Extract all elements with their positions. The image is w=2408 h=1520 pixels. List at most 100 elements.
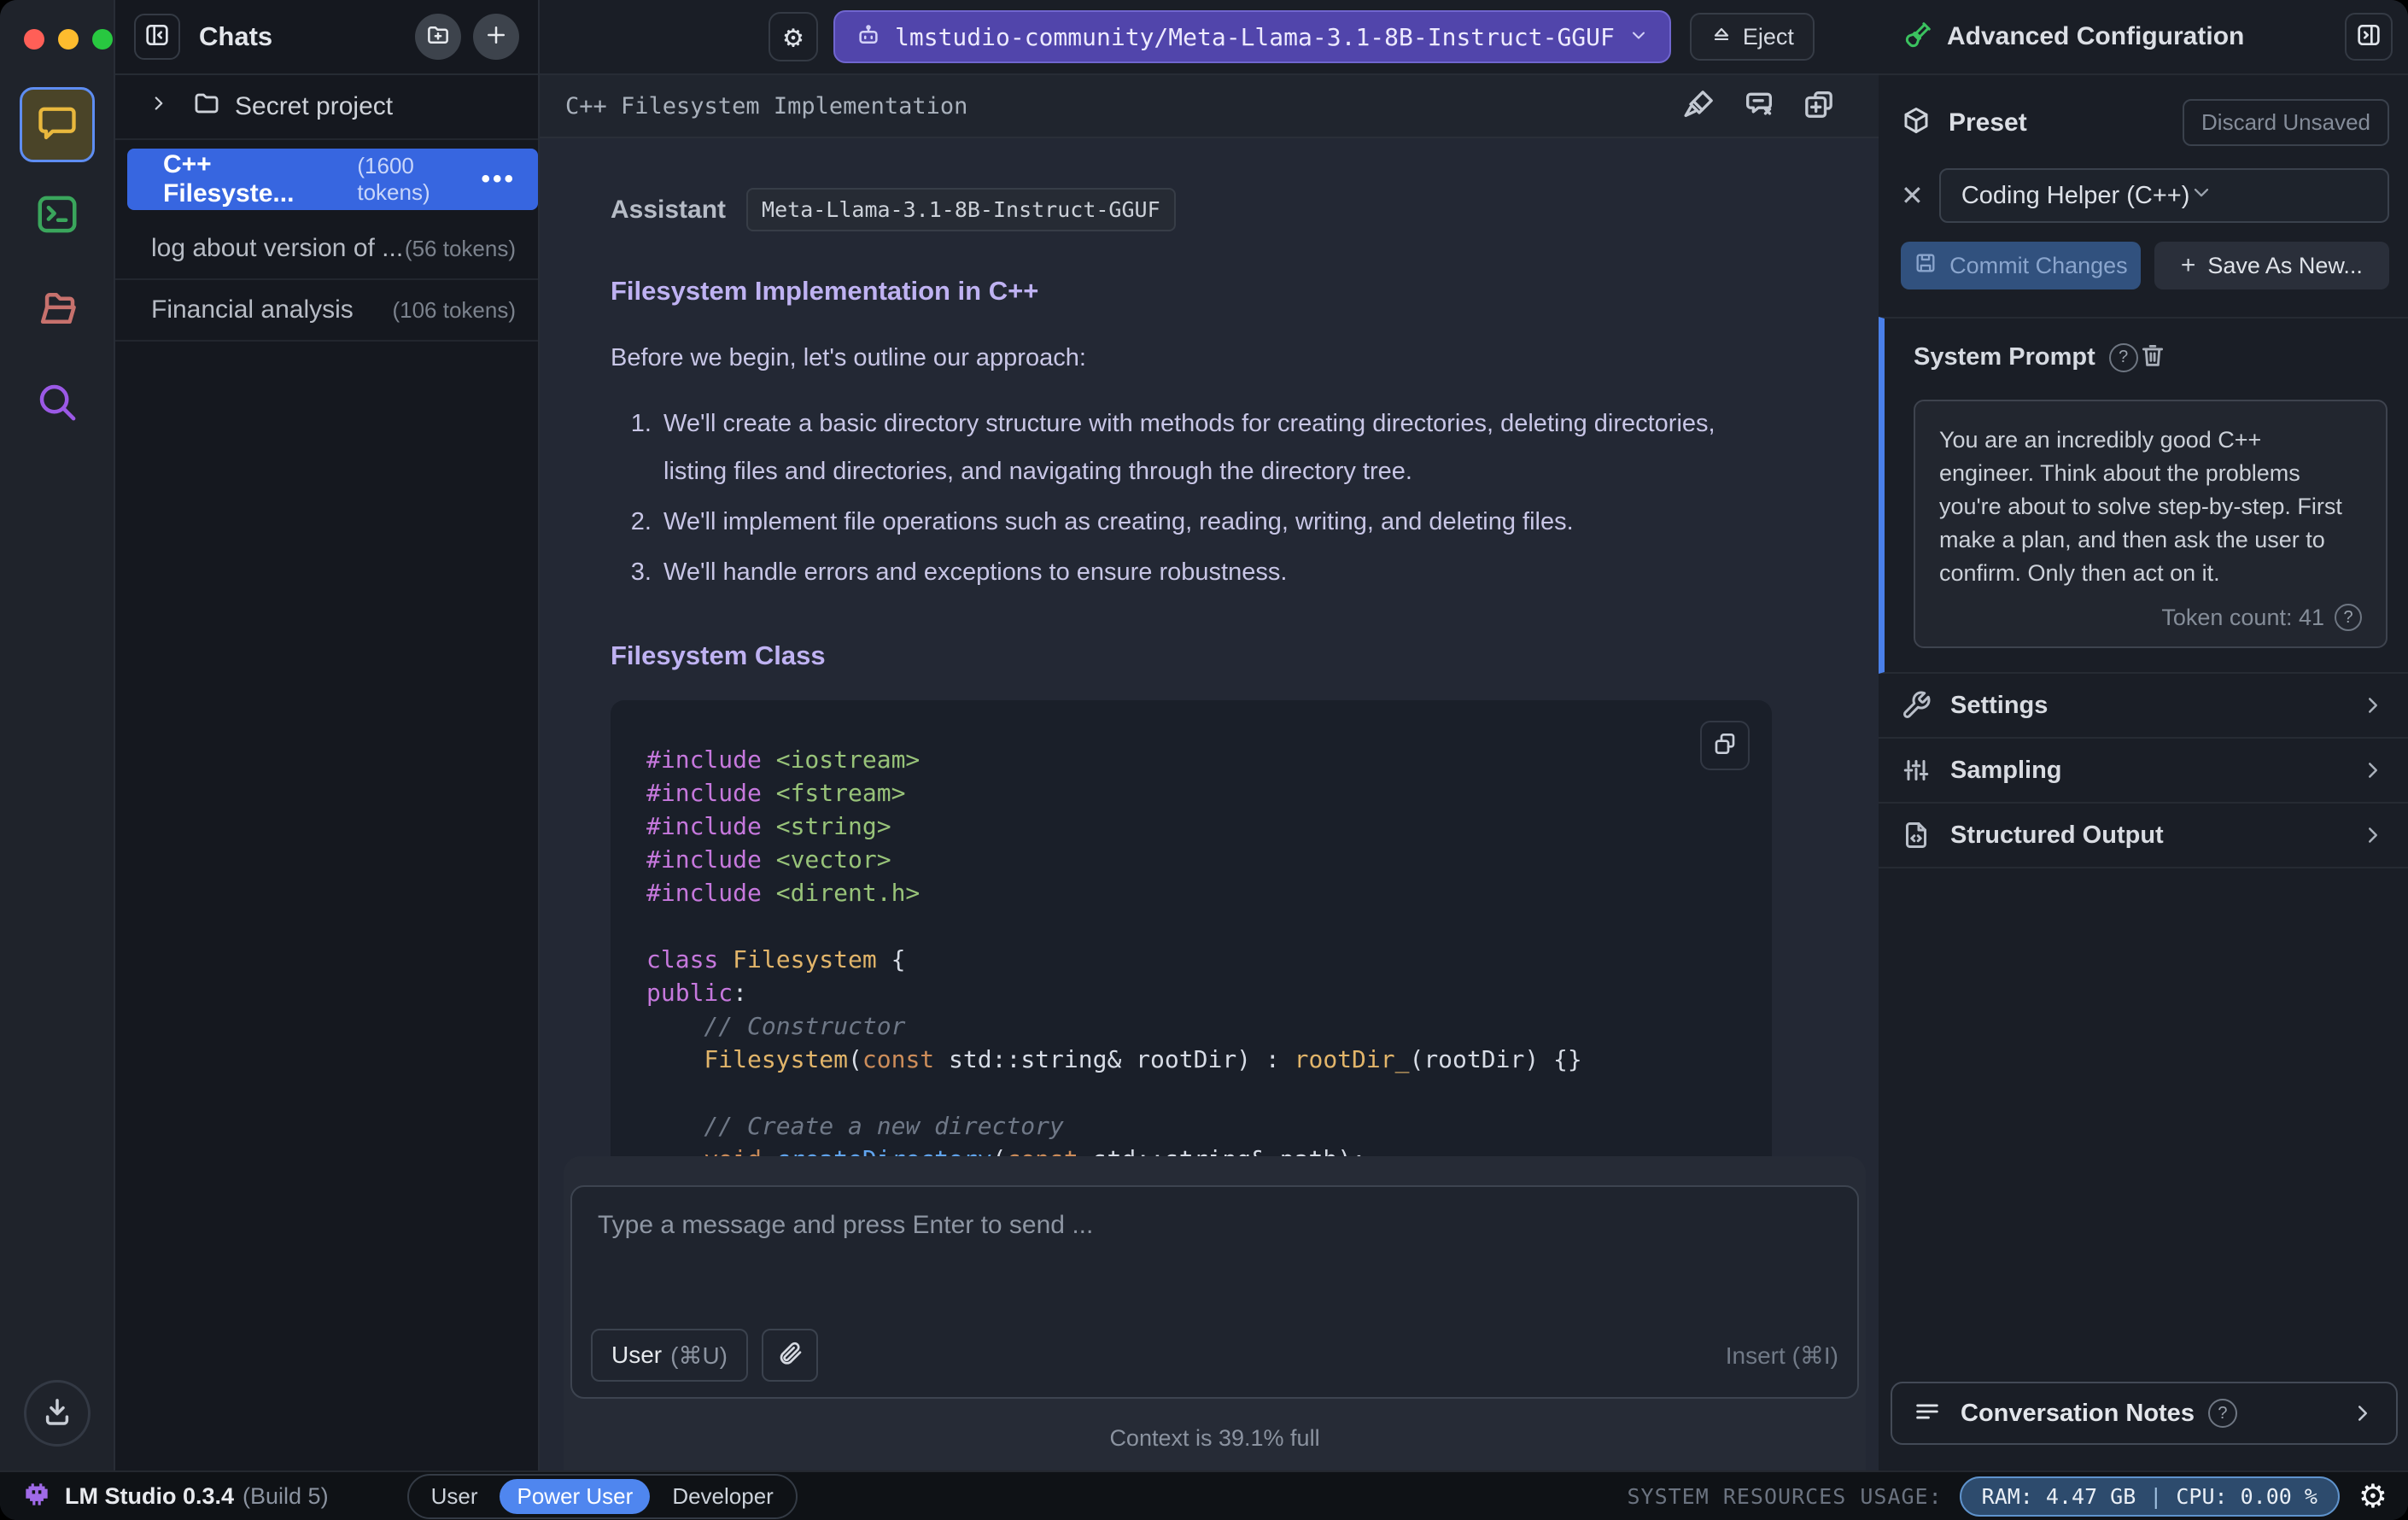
- close-window-button[interactable]: [24, 29, 44, 50]
- role-toggle-button[interactable]: User (⌘U): [591, 1329, 748, 1382]
- nav-chat-button[interactable]: [19, 87, 95, 162]
- message-input[interactable]: Type a message and press Enter to send .…: [570, 1185, 1859, 1399]
- panel-section-label: Structured Output: [1950, 821, 2164, 849]
- left-icon-rail: [0, 0, 115, 1470]
- chat-list-item[interactable]: C++ Filesyste... (1600 tokens) •••: [127, 149, 538, 210]
- clear-conversation-icon[interactable]: [1742, 87, 1776, 126]
- preset-actions: Commit Changes + Save As New...: [1879, 223, 2408, 289]
- loaded-model-selector[interactable]: lmstudio-community/Meta-Llama-3.1-8B-Ins…: [833, 10, 1671, 63]
- sidebar-folder-secret-project[interactable]: Secret project: [115, 75, 538, 140]
- eject-model-button[interactable]: Eject: [1689, 13, 1815, 61]
- cleanup-brush-icon[interactable]: [1682, 87, 1716, 126]
- nav-developer-button[interactable]: [34, 191, 80, 242]
- message-paragraph: Before we begin, let's outline our appro…: [611, 344, 1086, 371]
- test-tube-icon: [1902, 20, 1933, 55]
- collapse-sidebar-button[interactable]: [134, 14, 180, 60]
- help-icon[interactable]: ?: [2207, 1399, 2237, 1428]
- wrench-icon: [1903, 691, 1931, 718]
- panel-section-sampling[interactable]: Sampling: [1879, 739, 2408, 804]
- robot-icon: [856, 22, 881, 51]
- assistant-message-header: Assistant Meta-Llama-3.1-8B-Instruct-GGU…: [611, 188, 1785, 231]
- sidebar-title: Chats: [199, 21, 273, 51]
- zoom-window-button[interactable]: [92, 29, 113, 50]
- download-icon: [39, 1394, 75, 1434]
- minimize-window-button[interactable]: [58, 29, 79, 50]
- mode-developer[interactable]: Developer: [655, 1479, 791, 1514]
- preset-label: Preset: [1949, 108, 2027, 137]
- chat-bubble-icon: [35, 101, 79, 149]
- code-line: #include <string>: [646, 812, 891, 840]
- insert-button[interactable]: Insert (⌘I): [1726, 1342, 1838, 1370]
- settings-gear-icon[interactable]: ⚙: [2358, 1477, 2388, 1516]
- copy-code-button[interactable]: [1700, 721, 1750, 770]
- panel-section-label: Sampling: [1950, 756, 2062, 784]
- nav-discover-button[interactable]: [34, 379, 80, 430]
- chat-item-menu-icon[interactable]: •••: [481, 165, 516, 194]
- chevron-down-icon: [2189, 180, 2213, 211]
- message-heading-1: Filesystem Implementation in C++: [611, 276, 1039, 306]
- clear-preset-button[interactable]: ✕: [1901, 179, 1924, 212]
- panel-left-icon: [143, 21, 171, 53]
- code-line: #include <dirent.h>: [646, 879, 921, 907]
- downloads-button[interactable]: [23, 1380, 91, 1447]
- chevron-right-icon: [2369, 763, 2377, 778]
- chevron-right-icon: [2369, 698, 2377, 713]
- sliders-icon: [1903, 760, 1929, 780]
- code-line: #include <fstream>: [646, 779, 906, 807]
- chat-list-item[interactable]: log about version of ... (56 tokens): [115, 219, 538, 280]
- eject-icon: [1710, 23, 1733, 51]
- help-icon[interactable]: ?: [2335, 604, 2362, 631]
- resource-usage-pill[interactable]: RAM: 4.47 GB | CPU: 0.00 %: [1959, 1476, 2340, 1517]
- save-as-new-button[interactable]: + Save As New...: [2154, 242, 2389, 289]
- trash-icon[interactable]: [2138, 341, 2167, 374]
- new-folder-button[interactable]: [415, 14, 461, 60]
- panel-title: Advanced Configuration: [1947, 22, 2245, 50]
- panel-right-icon: [2355, 21, 2382, 53]
- chats-sidebar: Chats Secret project C++ Filesyste... (16…: [115, 0, 540, 1470]
- chevron-right-icon: [2369, 827, 2377, 843]
- panel-section-structured-output[interactable]: Structured Output: [1879, 804, 2408, 868]
- message-list-item: We'll implement file operations such as …: [658, 498, 1785, 546]
- chat-item-title: C++ Filesyste...: [163, 150, 295, 208]
- commit-changes-button[interactable]: Commit Changes: [1901, 242, 2141, 289]
- advanced-configuration-panel: Advanced Configuration Preset Discard Un…: [1879, 0, 2408, 1470]
- preset-dropdown[interactable]: Coding Helper (C++): [1938, 168, 2389, 223]
- composer-container: Type a message and press Enter to send .…: [564, 1156, 1866, 1470]
- notes-lines-icon: [1913, 1397, 1942, 1430]
- conversation-view[interactable]: Assistant Meta-Llama-3.1-8B-Instruct-GGU…: [540, 138, 1879, 1470]
- chat-list-item[interactable]: Financial analysis (106 tokens): [115, 280, 538, 342]
- save-icon: [1914, 251, 1938, 281]
- code-line: #include <iostream>: [646, 745, 921, 774]
- panel-header: Advanced Configuration: [1879, 0, 2408, 75]
- code-line: class Filesystem {: [646, 945, 906, 973]
- mode-user[interactable]: User: [414, 1479, 495, 1514]
- new-chat-button[interactable]: [473, 14, 519, 60]
- status-bar: LM Studio 0.3.4 (Build 5) User Power User…: [0, 1470, 2408, 1520]
- discard-unsaved-button[interactable]: Discard Unsaved: [2183, 99, 2389, 146]
- open-folder-icon: [34, 285, 80, 336]
- ram-usage: RAM: 4.47 GB: [1981, 1483, 2136, 1509]
- collapse-panel-button[interactable]: [2345, 13, 2393, 61]
- chat-list: C++ Filesyste... (1600 tokens) ••• log abou…: [115, 149, 538, 342]
- panel-section-label: Settings: [1950, 691, 2049, 719]
- lm-studio-window: Chats Secret project C++ Filesyste... (16…: [0, 0, 2408, 1520]
- preset-section-header: Preset Discard Unsaved: [1879, 75, 2408, 146]
- duplicate-chat-icon[interactable]: [1802, 87, 1836, 126]
- attach-file-button[interactable]: [762, 1329, 818, 1382]
- mode-power-user[interactable]: Power User: [500, 1478, 651, 1514]
- message-list-item: We'll create a basic directory structure…: [658, 400, 1785, 495]
- conversation-notes-button[interactable]: Conversation Notes ?: [1891, 1382, 2398, 1445]
- message-ordered-list: We'll create a basic directory structure…: [621, 400, 1785, 596]
- token-count: Token count: 41: [2161, 604, 2324, 630]
- nav-my-models-button[interactable]: [34, 285, 80, 336]
- insert-shortcut: (⌘I): [1791, 1342, 1838, 1369]
- help-icon[interactable]: ?: [2108, 342, 2138, 372]
- lm-studio-logo-icon: [20, 1478, 53, 1515]
- panel-section-settings[interactable]: Settings: [1879, 674, 2408, 739]
- copy-icon: [1711, 730, 1739, 762]
- system-prompt-editor[interactable]: You are an incredibly good C++ engineer.…: [1914, 400, 2388, 648]
- model-settings-button[interactable]: ⚙: [769, 12, 818, 61]
- assistant-model-badge: Meta-Llama-3.1-8B-Instruct-GGUF: [746, 188, 1176, 231]
- chat-item-title: Financial analysis: [151, 295, 354, 324]
